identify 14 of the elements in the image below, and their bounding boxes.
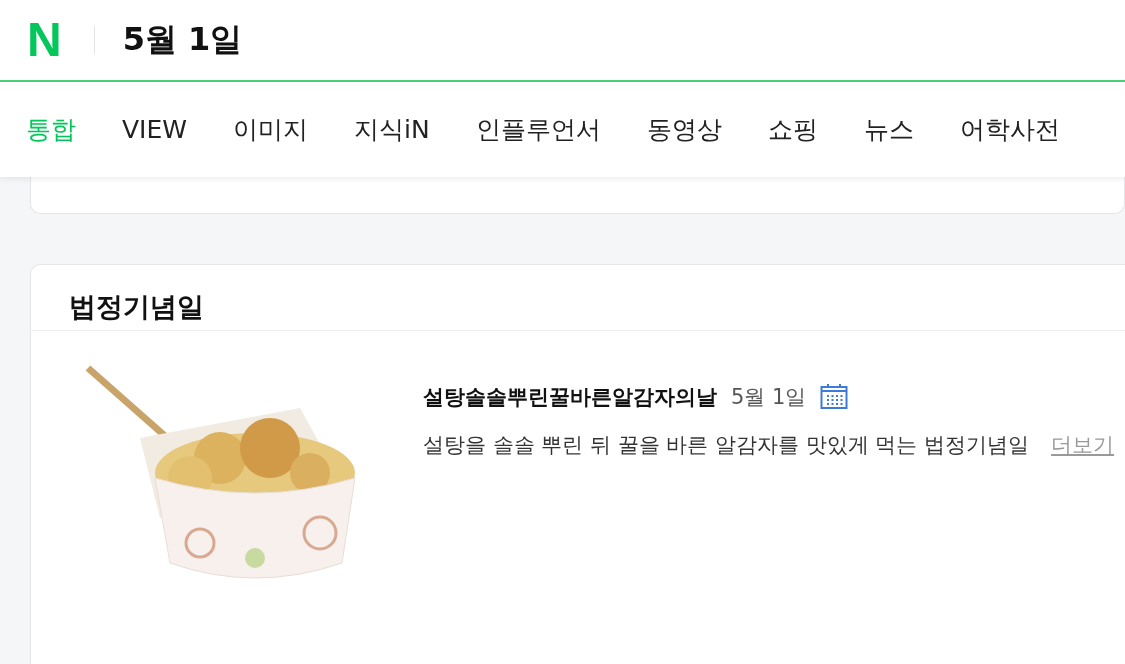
tab[interactable]: 지식iN (354, 113, 430, 146)
tab[interactable]: 이미지 (233, 113, 308, 146)
tab[interactable]: 어학사전 (959, 113, 1060, 146)
calendar-icon[interactable] (820, 384, 849, 410)
event-description: 설탕을 솔솔 뿌린 뒤 꿀을 바른 알감자를 맛있게 먹는 법정기념일 (423, 432, 1030, 459)
tab[interactable]: 동영상 (646, 113, 722, 146)
tab[interactable]: 쇼핑 (767, 113, 818, 146)
event-date: 5월 1일 (731, 384, 807, 411)
page-title: 5월 1일 (122, 19, 243, 60)
tab[interactable]: 뉴스 (863, 113, 914, 146)
card-heading: 법정기념일 (31, 265, 1125, 331)
event-name: 설탕솔솔뿌린꿀바른알감자의날 (423, 384, 717, 411)
tab[interactable]: 인플루언서 (475, 113, 601, 146)
tab[interactable]: VIEW (122, 115, 187, 144)
